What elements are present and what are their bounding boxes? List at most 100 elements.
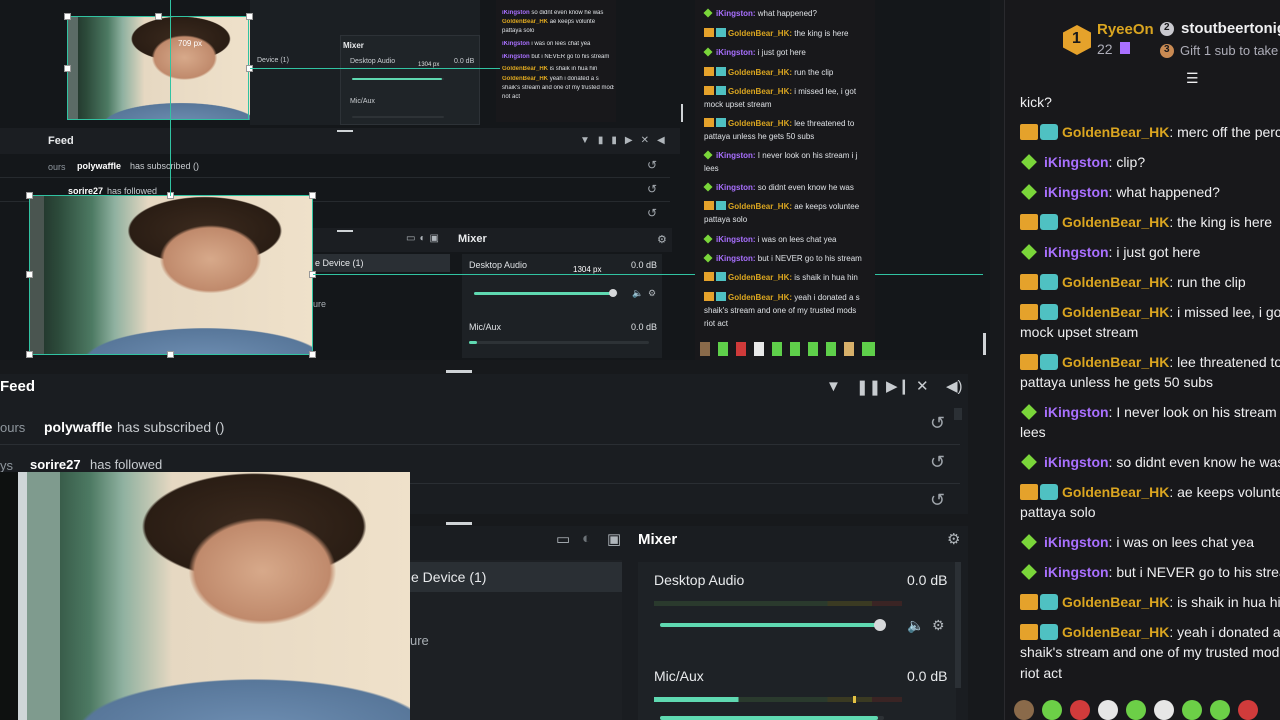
- mixer-settings-gear-icon[interactable]: ⚙: [947, 530, 960, 548]
- mini-chat-username: GoldenBear_HK:: [728, 29, 795, 38]
- emote-icon[interactable]: [1238, 700, 1258, 720]
- leaderboard-rank-2: 2: [1164, 22, 1170, 33]
- mini-chat-username: iKingston:: [716, 9, 758, 18]
- emote-icon[interactable]: [1014, 700, 1034, 720]
- leaderboard-collapse-icon[interactable]: ☰: [1186, 70, 1199, 87]
- feed-replay-icon[interactable]: ↺: [930, 452, 945, 473]
- emote-icon[interactable]: [1182, 700, 1202, 720]
- chat-username[interactable]: iKingston: [1044, 534, 1109, 550]
- emote-icon[interactable]: [1154, 700, 1174, 720]
- chat-username[interactable]: iKingston: [1044, 454, 1109, 470]
- mini-speaker-icon[interactable]: 🔈: [632, 288, 643, 299]
- chat-username[interactable]: GoldenBear_HK: [1062, 304, 1169, 320]
- mini-desktop-fader-knob[interactable]: [609, 289, 617, 297]
- feed-replay-icon[interactable]: ↺: [930, 490, 945, 511]
- mini-mixer-divider-handle[interactable]: [337, 230, 353, 232]
- gem-badge-icon: [1021, 454, 1037, 470]
- crown-badge-icon: [1020, 214, 1038, 230]
- subscriber-badge-icon: [1040, 354, 1058, 370]
- desktop-audio-fader-knob[interactable]: [874, 619, 886, 631]
- chat-username[interactable]: iKingston: [1044, 564, 1109, 580]
- nested-desktop-audio: Desktop Audio: [350, 58, 396, 65]
- camera-selection-box[interactable]: [29, 195, 313, 355]
- chat-username[interactable]: iKingston: [1044, 404, 1109, 420]
- chat-text: lees: [1020, 424, 1046, 440]
- mini-chat-message: lees: [704, 163, 719, 174]
- emote-icon[interactable]: [1126, 700, 1146, 720]
- nested-resize-handle[interactable]: [64, 13, 71, 20]
- volume-icon[interactable]: ◀): [946, 377, 963, 395]
- resize-handle-tr[interactable]: [309, 192, 316, 199]
- chat-username[interactable]: iKingston: [1044, 184, 1109, 200]
- desktop-audio-speaker-icon[interactable]: 🔈: [907, 617, 924, 634]
- chat-username[interactable]: GoldenBear_HK: [1062, 484, 1169, 500]
- feed-scrollbar[interactable]: [954, 408, 962, 420]
- emote-icon[interactable]: [1098, 700, 1118, 720]
- mini-feed-hours: ours: [48, 162, 66, 172]
- skip-icon[interactable]: ▶❙: [886, 377, 910, 395]
- chat-message: iKingston: so didnt even know he was: [1020, 452, 1280, 472]
- crown-badge-icon: [1020, 354, 1038, 370]
- chat-username[interactable]: GoldenBear_HK: [1062, 594, 1169, 610]
- mini-feed-replay-icon[interactable]: ↺: [647, 182, 657, 196]
- nested-device-label: Device (1): [257, 57, 289, 64]
- mini-feed-title: Feed: [48, 135, 74, 147]
- mini-px-label: 1304 px: [573, 265, 602, 274]
- emote-icon[interactable]: [1042, 700, 1062, 720]
- leaderboard-name-1: RyeeOn: [1097, 21, 1154, 38]
- mixer-advanced-icon[interactable]: ◐: [582, 530, 591, 547]
- leaderboard-name-2: stoutbeertonig: [1181, 20, 1280, 37]
- chat-message: GoldenBear_HK: the king is here: [1020, 212, 1272, 232]
- mini-chat-text: shaik's stream and one of my trusted mod…: [704, 306, 857, 315]
- mini-feed-replay-icon[interactable]: ↺: [647, 158, 657, 172]
- desktop-audio-gear-icon[interactable]: ⚙: [932, 617, 945, 634]
- mini-chat-message: GoldenBear_HK: the king is here: [704, 28, 849, 39]
- chat-text: shaik's stream and one of my trusted mod…: [1020, 644, 1280, 660]
- mini-feed-divider-handle[interactable]: [337, 130, 353, 132]
- mini-feed-user: polywaffle: [77, 161, 122, 171]
- feed-replay-icon[interactable]: ↺: [930, 413, 945, 434]
- resize-handle-tl[interactable]: [26, 192, 33, 199]
- subscriber-badge-icon: [1040, 484, 1058, 500]
- chat-username[interactable]: GoldenBear_HK: [1062, 124, 1169, 140]
- resize-handle-br[interactable]: [309, 351, 316, 358]
- chat-username[interactable]: GoldenBear_HK: [1062, 214, 1169, 230]
- nested-resize-handle[interactable]: [64, 65, 71, 72]
- pause-icon[interactable]: ❚❚: [856, 378, 881, 396]
- nested-resize-handle[interactable]: [155, 13, 162, 20]
- filter-icon[interactable]: ▼: [826, 378, 841, 395]
- mixer-add-icon[interactable]: ▣: [607, 530, 621, 548]
- mixer-scrollbar[interactable]: [955, 562, 961, 688]
- mini-gear-icon[interactable]: ⚙: [648, 288, 656, 299]
- chat-username[interactable]: GoldenBear_HK: [1062, 354, 1169, 370]
- chat-username[interactable]: iKingston: [1044, 244, 1109, 260]
- dock-divider-handle[interactable]: [446, 522, 472, 525]
- chat-username[interactable]: GoldenBear_HK: [1062, 624, 1169, 640]
- resize-handle-bl[interactable]: [26, 351, 33, 358]
- mini-feed-replay-icon[interactable]: ↺: [647, 206, 657, 220]
- crown-badge-icon: [704, 118, 714, 127]
- chat-username[interactable]: GoldenBear_HK: [1062, 274, 1169, 290]
- mini-chat-username: GoldenBear_HK:: [728, 293, 795, 302]
- chat-username[interactable]: iKingston: [1044, 154, 1109, 170]
- emote-icon[interactable]: [1070, 700, 1090, 720]
- mini-mixer-gear-icon[interactable]: ⚙: [657, 233, 667, 246]
- dock-divider-handle[interactable]: [446, 370, 472, 373]
- nested-chat-message: GoldenBear_HK is shaik in hua hin: [502, 66, 614, 72]
- emote-icon[interactable]: [1210, 700, 1230, 720]
- resize-handle-ml[interactable]: [26, 271, 33, 278]
- preview-scrollbar[interactable]: [983, 333, 986, 355]
- mini-chat-text: riot act: [704, 319, 729, 328]
- nested-camera-selection[interactable]: [67, 16, 249, 120]
- resize-handle-bm[interactable]: [167, 351, 174, 358]
- mini-chat-text: what happened?: [757, 9, 817, 18]
- mini-chat-scrollbar[interactable]: [681, 104, 683, 122]
- nested-chat-username: iKingston: [502, 41, 532, 47]
- mini-chat-text: is shaik in hua hin: [794, 273, 858, 282]
- mixer-monitor-icon[interactable]: ▭: [556, 530, 570, 548]
- feed-title: Feed: [0, 378, 36, 395]
- feed-event-prefix: ours: [0, 420, 26, 435]
- nested-resize-handle[interactable]: [246, 13, 253, 20]
- chat-message: GoldenBear_HK: merc off the perc: [1020, 122, 1280, 142]
- mute-alerts-icon[interactable]: ✕: [916, 377, 929, 395]
